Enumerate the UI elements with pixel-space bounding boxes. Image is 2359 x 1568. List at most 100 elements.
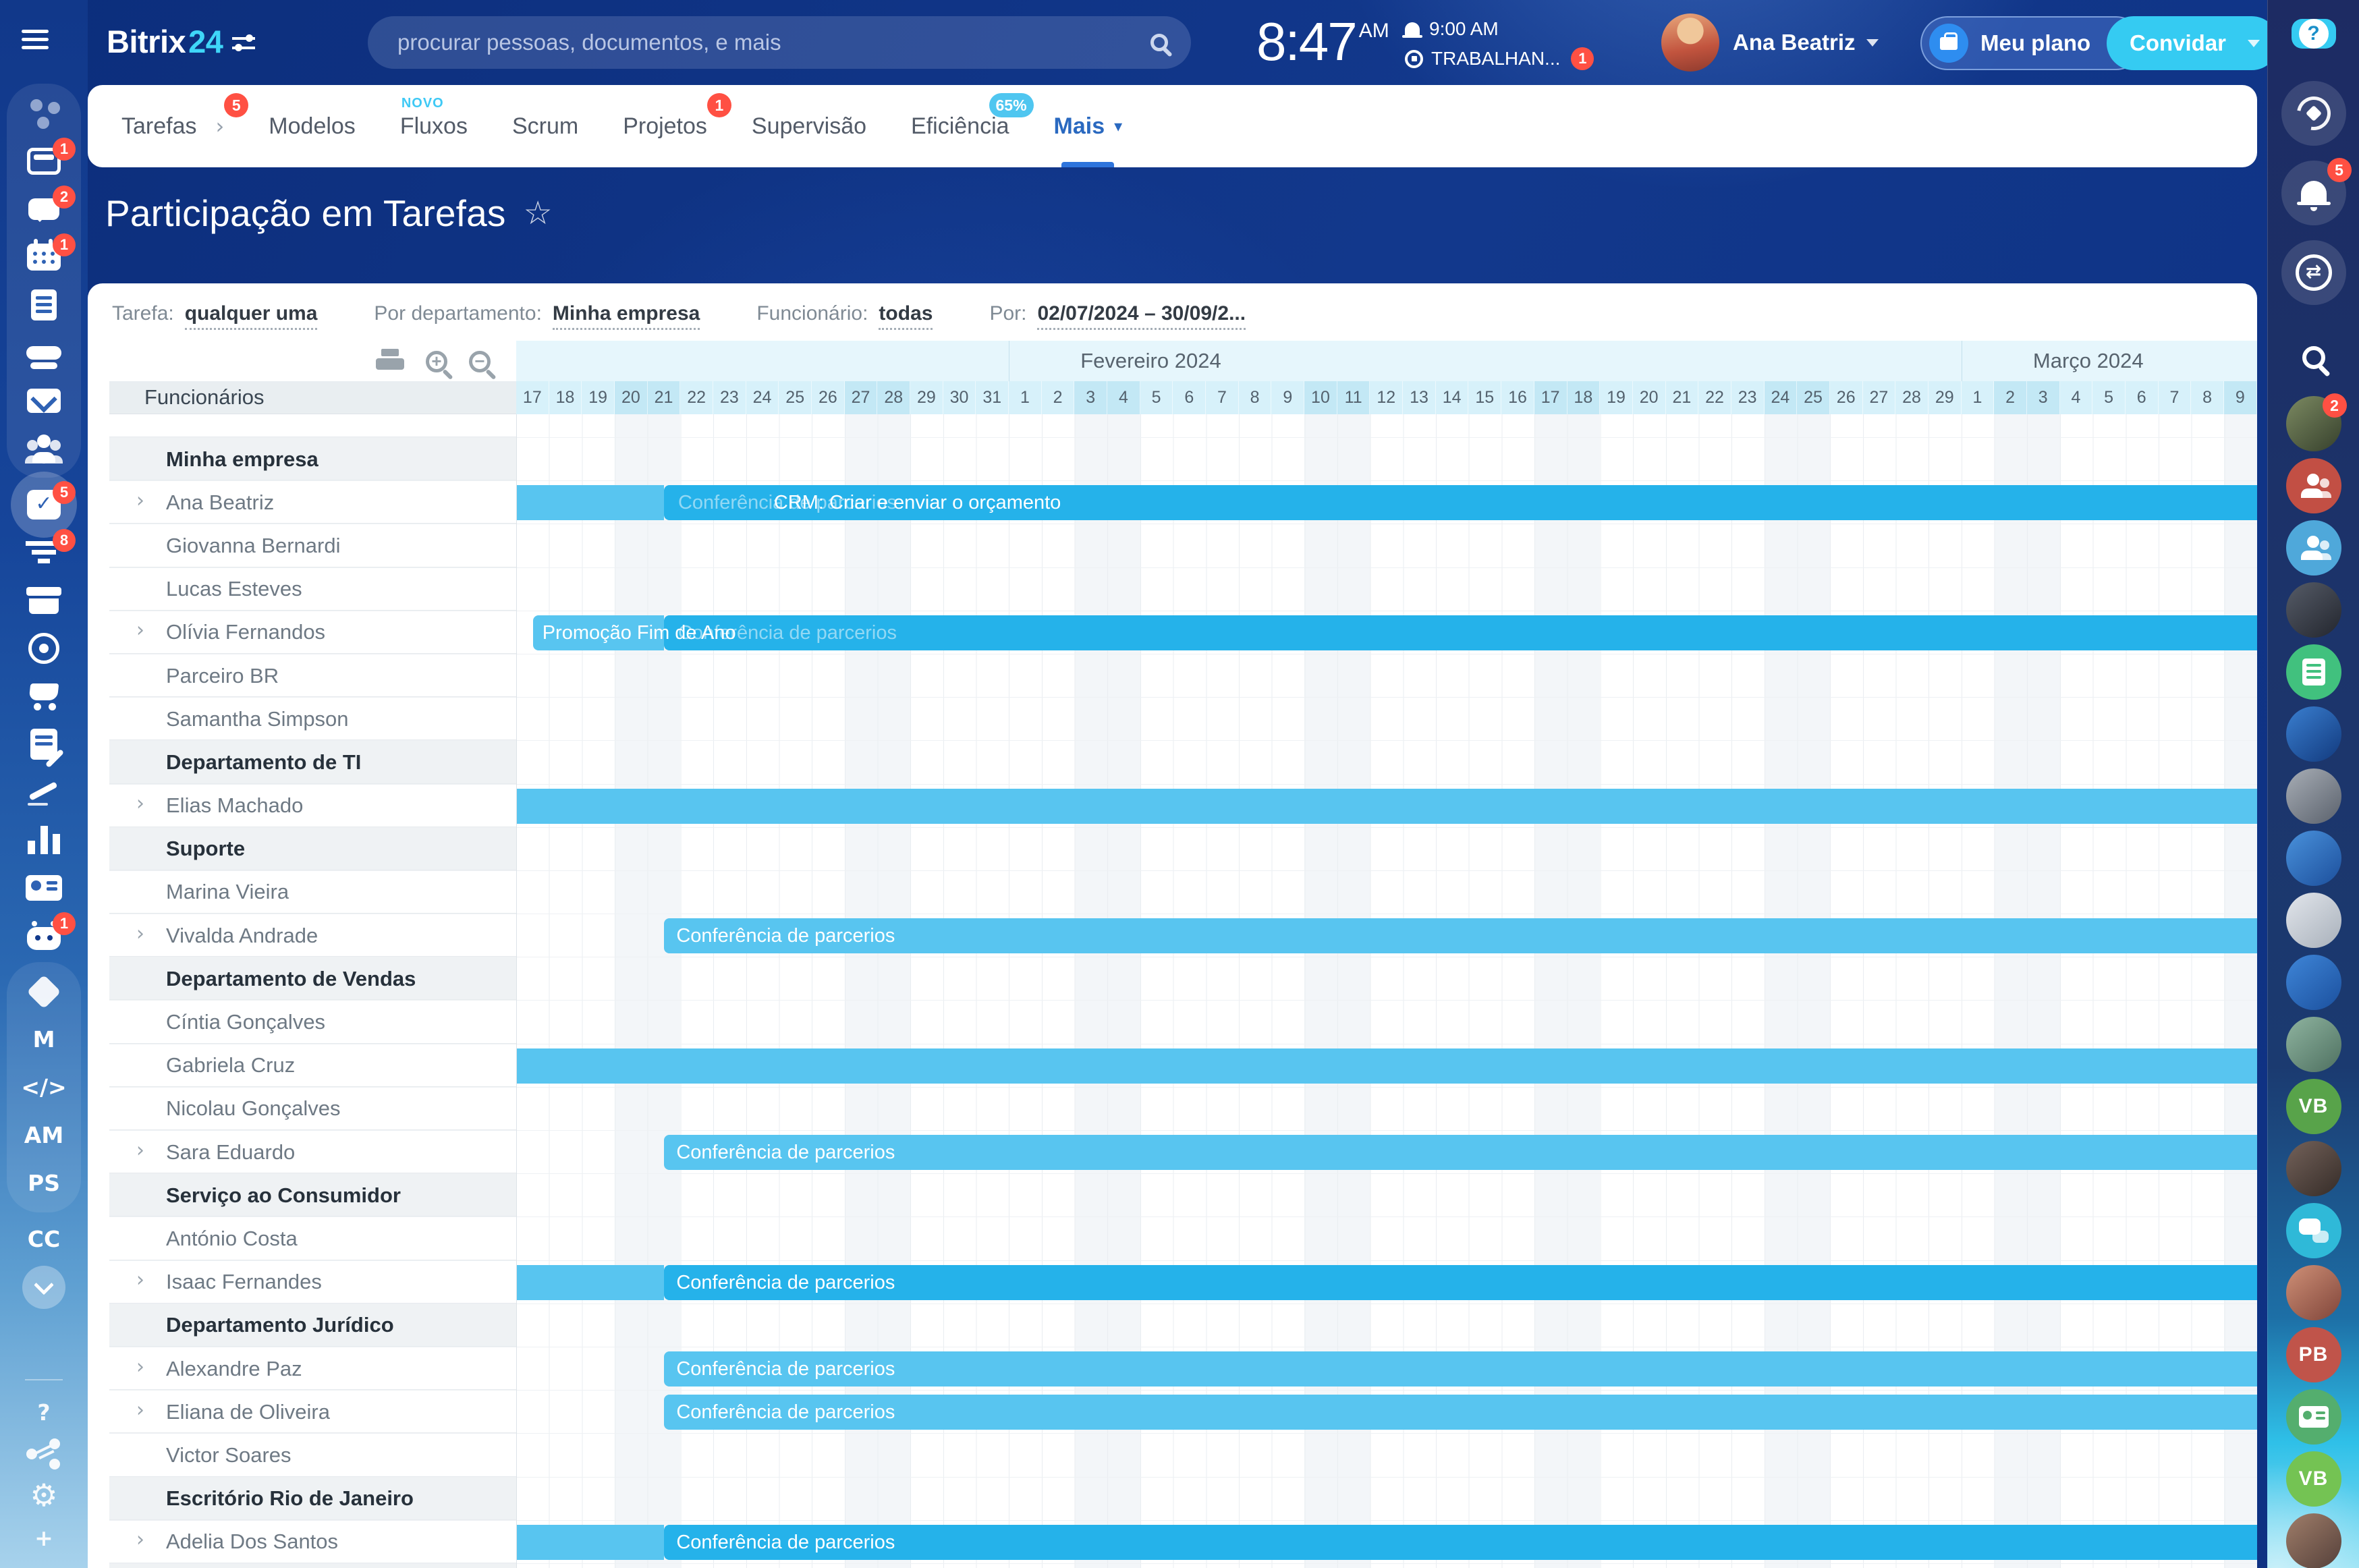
work-status-row[interactable]: TRABALHAN... 1	[1405, 46, 1594, 72]
alarm-row[interactable]: 9:00 AM	[1405, 16, 1594, 42]
tab-supervisao[interactable]: Supervisão	[752, 85, 866, 167]
employee-row[interactable]: ›Alexandre PazConferência de parcerios	[109, 1347, 2257, 1391]
employee-row[interactable]: Parceiro BR	[109, 654, 2257, 698]
copilot-button[interactable]	[2281, 81, 2346, 146]
task-bar[interactable]	[516, 1265, 664, 1300]
mail-icon[interactable]	[7, 376, 81, 424]
contact-card-icon[interactable]	[7, 864, 81, 912]
bi-analytics-icon[interactable]	[7, 816, 81, 864]
help-icon[interactable]: ?	[7, 1391, 81, 1433]
employee-row[interactable]: António Costa	[109, 1217, 2257, 1260]
tab-scrum[interactable]: Scrum	[512, 85, 578, 167]
task-bar[interactable]	[516, 485, 664, 520]
bitrix-logo[interactable]: Bitrix24	[107, 23, 223, 60]
collapse-chevron-icon[interactable]	[7, 1263, 81, 1311]
copilot-ai-icon[interactable]: 1	[7, 912, 81, 959]
chat-avatar[interactable]: VB	[2286, 1451, 2341, 1507]
drive-icon[interactable]	[7, 329, 81, 376]
tab-fluxos[interactable]: FluxosNOVO	[400, 85, 468, 167]
apps-box-icon[interactable]	[7, 968, 81, 1015]
settings-gear-icon[interactable]	[7, 1475, 81, 1517]
market-m-icon[interactable]: M	[7, 1015, 81, 1063]
chat-avatar[interactable]: 2	[2286, 396, 2341, 451]
employee-row[interactable]: ›Eliana de OliveiraConferência de parcer…	[109, 1391, 2257, 1434]
messenger-icon[interactable]: 2	[7, 185, 81, 233]
cc-app-icon[interactable]: CC	[7, 1215, 81, 1263]
esign-icon[interactable]	[7, 768, 81, 816]
developer-icon[interactable]: </>	[7, 1063, 81, 1111]
feed-icon[interactable]: 1	[7, 137, 81, 185]
expand-chevron-icon[interactable]: ›	[136, 1528, 144, 1552]
messenger-sync-button[interactable]	[2281, 240, 2346, 305]
employee-row[interactable]: Giovanna Bernardi	[109, 524, 2257, 567]
docs-icon[interactable]	[7, 281, 81, 329]
am-app-icon[interactable]: AM	[7, 1111, 81, 1159]
employee-row[interactable]: ›Sara EduardoConferência de parcerios	[109, 1131, 2257, 1174]
expand-chevron-icon[interactable]: ›	[136, 488, 144, 512]
invite-button[interactable]: Convidar	[2107, 16, 2279, 70]
employee-row[interactable]: ›Adelia Dos SantosConferência de parceri…	[109, 1521, 2257, 1564]
expand-chevron-icon[interactable]: ›	[136, 1268, 144, 1292]
workday-clock[interactable]: 8:47AM	[1256, 11, 1389, 73]
employee-row[interactable]: Lucas Esteves	[109, 568, 2257, 611]
customize-sliders-icon[interactable]	[232, 34, 255, 53]
employees-icon[interactable]	[7, 424, 81, 472]
tab-tarefas[interactable]: Tarefas›5	[121, 85, 224, 167]
zoom-out-icon[interactable]: −	[469, 351, 491, 372]
employee-row[interactable]: ›Vivalda AndradeConferência de parcerios	[109, 914, 2257, 957]
tasks-icon[interactable]: 5	[7, 480, 81, 528]
expand-chevron-icon[interactable]: ›	[136, 922, 144, 945]
search-button[interactable]	[2281, 337, 2346, 378]
chat-avatar[interactable]	[2286, 1203, 2341, 1258]
filter-department[interactable]: Por departamento:Minha empresa	[374, 302, 700, 330]
employee-row[interactable]: ›Ana BeatrizConferência de parceriosCRM:…	[109, 481, 2257, 524]
chat-avatar[interactable]	[2286, 582, 2341, 638]
expand-chevron-icon[interactable]: ›	[136, 619, 144, 642]
chat-avatar[interactable]: VB	[2286, 1079, 2341, 1134]
user-avatar[interactable]	[1661, 13, 1719, 72]
sign-docs-icon[interactable]	[7, 720, 81, 768]
chat-avatar[interactable]	[2286, 644, 2341, 700]
department-row[interactable]: Departamento Jurídico	[109, 1304, 2257, 1347]
department-row[interactable]: Suporte	[109, 828, 2257, 871]
department-row[interactable]: Minha empresa	[109, 438, 2257, 481]
task-bar[interactable]	[516, 1048, 2257, 1084]
goals-icon[interactable]	[7, 624, 81, 672]
network-menu-icon[interactable]	[7, 89, 81, 137]
tab-projetos[interactable]: Projetos1	[623, 85, 707, 167]
search-input[interactable]: procurar pessoas, documentos, e mais	[368, 16, 1191, 69]
task-bar[interactable]	[664, 615, 2257, 650]
employee-row[interactable]: ›Olívia FernandosConferência de parcerio…	[109, 611, 2257, 654]
task-bar[interactable]	[664, 485, 2257, 520]
department-row[interactable]: Departamento de Vendas	[109, 957, 2257, 1001]
employee-row[interactable]: Cíntia Gonçalves	[109, 1001, 2257, 1044]
market-store-icon[interactable]	[7, 576, 81, 624]
employee-row[interactable]: ›Elias Machado	[109, 785, 2257, 828]
print-icon[interactable]	[376, 349, 404, 374]
expand-chevron-icon[interactable]: ›	[136, 1138, 144, 1162]
filter-employee[interactable]: Funcionário:todas	[756, 302, 933, 330]
tab-modelos[interactable]: Modelos	[269, 85, 356, 167]
employee-row[interactable]: Samantha Simpson	[109, 698, 2257, 741]
task-bar[interactable]	[664, 1525, 2257, 1560]
zoom-in-icon[interactable]: +	[426, 351, 447, 372]
chat-avatar[interactable]	[2286, 1265, 2341, 1320]
task-bar[interactable]	[664, 1395, 2257, 1430]
department-row[interactable]: Departamento de TI	[109, 741, 2257, 784]
crm-icon[interactable]: 8	[7, 528, 81, 576]
structure-icon[interactable]	[7, 1433, 81, 1475]
department-row[interactable]	[109, 1564, 2257, 1568]
task-bar[interactable]	[516, 1525, 664, 1560]
tab-eficiencia[interactable]: Eficiência65%	[911, 85, 1009, 167]
notifications-button[interactable]: 5	[2281, 161, 2346, 225]
expand-chevron-icon[interactable]: ›	[136, 792, 144, 816]
chat-avatar[interactable]	[2286, 831, 2341, 886]
calendar-icon[interactable]: 1	[7, 233, 81, 281]
department-row[interactable]: Serviço ao Consumidor	[109, 1174, 2257, 1217]
chat-avatar[interactable]	[2286, 893, 2341, 948]
chat-avatar[interactable]	[2286, 520, 2341, 576]
ps-app-icon[interactable]: PS	[7, 1159, 81, 1207]
tab-mais[interactable]: Mais▾	[1054, 85, 1123, 167]
add-plus-icon[interactable]: +	[7, 1517, 81, 1559]
chat-avatar[interactable]: PB	[2286, 1327, 2341, 1382]
